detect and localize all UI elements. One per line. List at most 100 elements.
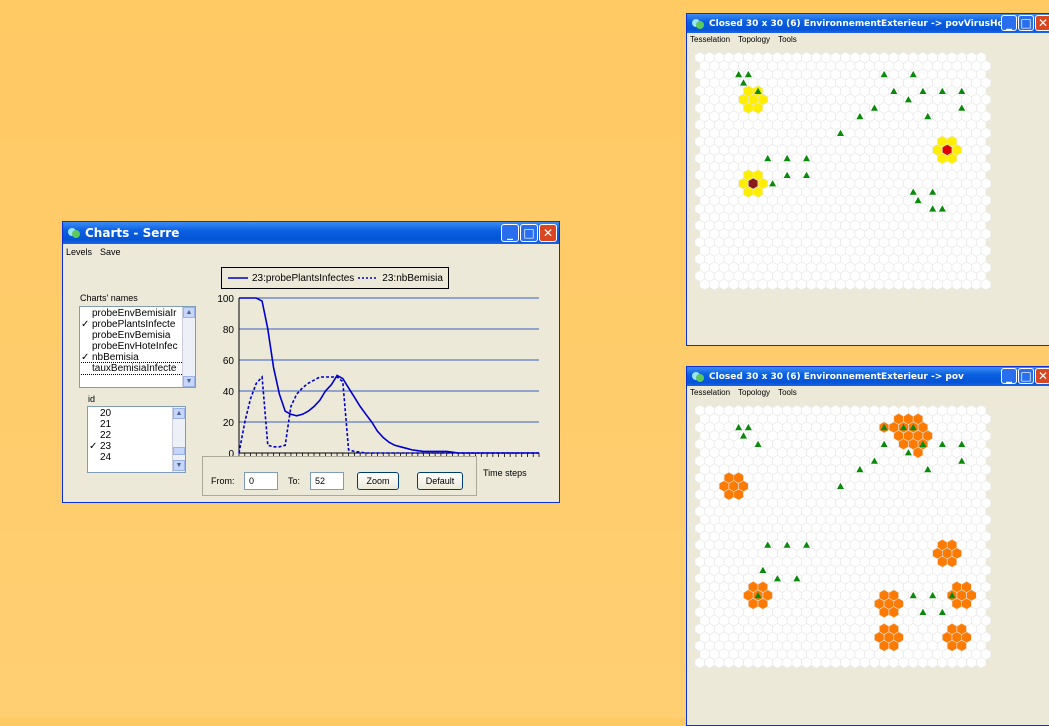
hex-cell[interactable] <box>946 656 958 669</box>
menu-tesselation[interactable]: Tesselation <box>690 388 730 397</box>
id-item[interactable]: 22 <box>88 430 185 441</box>
hex-cell[interactable] <box>709 278 720 291</box>
hex-cell[interactable] <box>694 656 705 669</box>
chart-name-item[interactable]: probeEnvBemisiaIr <box>80 308 195 319</box>
hex-cell[interactable] <box>835 278 846 291</box>
menu-tools[interactable]: Tools <box>778 35 797 44</box>
hex-cell[interactable] <box>728 278 739 291</box>
minimize-icon[interactable]: _ <box>1001 15 1017 31</box>
maximize-icon[interactable]: □ <box>520 224 538 242</box>
close-icon[interactable]: ✕ <box>539 224 557 242</box>
hex-cell[interactable] <box>747 278 759 291</box>
hex-grid-pov[interactable] <box>694 404 1029 669</box>
hex-cell[interactable] <box>956 656 967 669</box>
id-item[interactable]: 21 <box>88 419 185 430</box>
hex-cell[interactable] <box>854 278 865 291</box>
hex-cell[interactable] <box>757 278 768 291</box>
id-item[interactable]: 24 <box>88 452 185 463</box>
hex-cell[interactable] <box>859 656 870 669</box>
menu-levels[interactable]: Levels <box>66 247 92 257</box>
charts-scrollbar[interactable]: ▲ ▼ <box>182 307 195 387</box>
charts-names-list[interactable]: probeEnvBemisiaIr ✓ probePlantsInfecte prob… <box>79 306 196 388</box>
close-icon[interactable]: ✕ <box>1035 15 1049 31</box>
default-button[interactable]: Default <box>417 472 463 490</box>
hex-cell[interactable] <box>864 278 875 291</box>
hex-cell[interactable] <box>975 656 987 669</box>
from-input[interactable]: 0 <box>244 472 278 490</box>
hex-cell[interactable] <box>927 656 938 669</box>
scroll-down-icon[interactable]: ▼ <box>183 376 195 387</box>
to-input[interactable]: 52 <box>310 472 344 490</box>
chart-name-item[interactable]: probeEnvHoteInfec <box>80 341 195 352</box>
hex-cell[interactable] <box>777 278 788 291</box>
hex-cell[interactable] <box>893 278 904 291</box>
chart-name-item[interactable]: tauxBemisiaInfecte <box>80 362 195 375</box>
hex-cell[interactable] <box>782 656 793 669</box>
hex-cell[interactable] <box>791 656 802 669</box>
hex-cell[interactable] <box>879 656 890 669</box>
chart-name-item[interactable]: probeEnvBemisia <box>80 330 195 341</box>
hex-cell[interactable] <box>922 278 933 291</box>
hex-cell[interactable] <box>752 656 764 669</box>
hex-cell[interactable] <box>942 278 953 291</box>
scroll-down-icon[interactable]: ▼ <box>173 460 185 471</box>
hex-cell[interactable] <box>786 278 798 291</box>
hex-window-1-titlebar[interactable]: Closed 30 x 30 (6) EnvironnementExterieu… <box>687 14 1049 33</box>
hex-cell[interactable] <box>825 278 836 291</box>
hex-cell[interactable] <box>898 656 909 669</box>
id-item[interactable]: 20 <box>88 408 185 419</box>
hex-cell[interactable] <box>733 656 744 669</box>
hex-cell[interactable] <box>874 278 885 291</box>
hex-cell[interactable] <box>830 656 841 669</box>
hex-cell[interactable] <box>743 656 754 669</box>
hex-cell[interactable] <box>888 656 899 669</box>
chart-name-item[interactable]: ✓ probePlantsInfecte <box>80 319 195 330</box>
hex-cell[interactable] <box>767 278 778 291</box>
hex-cell[interactable] <box>903 278 914 291</box>
hex-cell[interactable] <box>801 656 812 669</box>
scroll-thumb[interactable] <box>173 447 185 455</box>
close-icon[interactable]: ✕ <box>1035 368 1049 384</box>
hex-window-2-titlebar[interactable]: Closed 30 x 30 (6) EnvironnementExterieu… <box>687 367 1049 386</box>
menu-tools[interactable]: Tools <box>778 388 797 397</box>
hex-cell[interactable] <box>869 656 880 669</box>
hex-cell[interactable] <box>820 656 832 669</box>
hex-cell[interactable] <box>772 656 783 669</box>
maximize-icon[interactable]: □ <box>1018 368 1034 384</box>
hex-cell[interactable] <box>815 278 827 291</box>
minimize-icon[interactable]: _ <box>501 224 519 242</box>
hex-cell[interactable] <box>883 278 895 291</box>
hex-cell[interactable] <box>738 278 749 291</box>
hex-cell[interactable] <box>762 656 773 669</box>
menu-topology[interactable]: Topology <box>738 388 770 397</box>
chart-name-item[interactable]: ✓ nbBemisia <box>80 352 195 363</box>
hex-cell[interactable] <box>723 656 735 669</box>
hex-cell[interactable] <box>961 278 972 291</box>
hex-cell[interactable] <box>937 656 948 669</box>
hex-cell[interactable] <box>951 278 963 291</box>
menu-topology[interactable]: Topology <box>738 35 770 44</box>
hex-cell[interactable] <box>704 656 715 669</box>
hex-cell[interactable] <box>718 278 730 291</box>
hex-cell[interactable] <box>849 656 861 669</box>
scroll-up-icon[interactable]: ▲ <box>173 408 185 419</box>
zoom-button[interactable]: Zoom <box>357 472 399 490</box>
hex-cell[interactable] <box>806 278 817 291</box>
hex-cell[interactable] <box>971 278 982 291</box>
hex-cell[interactable] <box>845 278 856 291</box>
maximize-icon[interactable]: □ <box>1018 15 1034 31</box>
hex-cell[interactable] <box>714 656 725 669</box>
minimize-icon[interactable]: _ <box>1001 368 1017 384</box>
menu-save[interactable]: Save <box>100 247 121 257</box>
scroll-up-icon[interactable]: ▲ <box>183 307 195 318</box>
hex-cell[interactable] <box>699 278 710 291</box>
id-scrollbar[interactable]: ▲ ▼ <box>172 407 185 472</box>
hex-cell[interactable] <box>912 278 924 291</box>
menu-tesselation[interactable]: Tesselation <box>690 35 730 44</box>
hex-cell[interactable] <box>932 278 943 291</box>
id-item[interactable]: ✓ 23 <box>88 441 185 452</box>
charts-titlebar[interactable]: Charts - Serre _ □ ✕ <box>63 222 559 244</box>
id-list[interactable]: 20 21 22 ✓ 23 24 ▲ ▼ <box>87 406 186 473</box>
hex-cell[interactable] <box>980 278 992 291</box>
hex-grid-virus[interactable] <box>694 51 1029 301</box>
